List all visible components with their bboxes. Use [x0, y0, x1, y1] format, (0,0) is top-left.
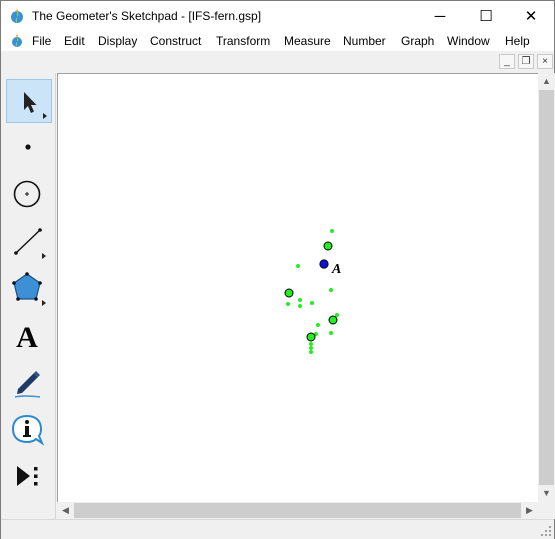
information-tool[interactable] — [6, 408, 52, 452]
resize-grip-icon[interactable] — [541, 526, 551, 536]
scroll-down-arrow-icon[interactable]: ▼ — [538, 485, 555, 502]
point-a-label[interactable]: A — [331, 262, 341, 277]
marker-tool[interactable] — [6, 361, 52, 405]
polygon-tool[interactable] — [6, 267, 52, 311]
scroll-right-arrow-icon[interactable]: ▶ — [521, 502, 538, 519]
sketchpad-app-icon — [11, 9, 23, 23]
scrollbar-corner — [538, 502, 555, 519]
straightedge-tool[interactable] — [6, 220, 52, 264]
fern-point — [298, 298, 302, 302]
arrow-selection-icon — [24, 92, 47, 119]
scroll-up-arrow-icon[interactable]: ▲ — [538, 73, 555, 90]
text-tool-glyph: A — [16, 321, 38, 354]
point-a[interactable] — [319, 259, 329, 269]
menu-measure[interactable]: Measure — [284, 34, 331, 48]
menu-bar: File Edit Display Construct Transform Me… — [1, 31, 554, 51]
point-tool[interactable] — [6, 126, 52, 170]
fern-point — [310, 301, 314, 305]
document-window-controls: _ ❐ × — [1, 51, 554, 71]
fern-point — [296, 264, 300, 268]
fern-point — [329, 288, 333, 292]
compass-circle-icon — [13, 180, 41, 208]
status-bar — [1, 519, 554, 539]
menu-construct[interactable]: Construct — [150, 34, 201, 48]
document-restore-icon: ❐ — [521, 56, 531, 67]
point-icon — [25, 144, 31, 150]
scroll-left-arrow-icon[interactable]: ◀ — [57, 502, 74, 519]
document-close-button[interactable]: × — [537, 54, 553, 69]
fern-point — [329, 331, 333, 335]
menu-graph[interactable]: Graph — [401, 34, 434, 48]
menu-edit[interactable]: Edit — [64, 34, 85, 48]
fern-point — [330, 229, 334, 233]
fern-control-point[interactable] — [284, 288, 294, 298]
menu-help[interactable]: Help — [505, 34, 530, 48]
marker-pen-icon — [14, 371, 41, 398]
document-close-icon: × — [542, 56, 548, 67]
vertical-scroll-thumb[interactable] — [539, 90, 554, 485]
fern-point — [316, 323, 320, 327]
fern-control-point[interactable] — [323, 241, 333, 251]
menu-number[interactable]: Number — [343, 34, 386, 48]
toolbox: A — [1, 73, 56, 519]
sketch-canvas[interactable]: A — [57, 73, 538, 502]
fern-control-point[interactable] — [306, 332, 316, 342]
horizontal-scroll-thumb[interactable] — [74, 503, 521, 518]
horizontal-scrollbar[interactable]: ◀ ▶ — [57, 502, 538, 519]
fern-control-point[interactable] — [328, 315, 338, 325]
menu-window[interactable]: Window — [447, 34, 490, 48]
document-minimize-icon: _ — [504, 56, 510, 67]
custom-tool[interactable] — [6, 455, 52, 499]
close-icon: ✕ — [524, 8, 538, 25]
window-title: The Geometer's Sketchpad - [IFS-fern.gsp… — [32, 9, 262, 23]
fern-point — [298, 304, 302, 308]
text-tool[interactable]: A — [6, 314, 52, 358]
fern-point — [309, 350, 313, 354]
vertical-scrollbar[interactable]: ▲ ▼ — [538, 73, 555, 502]
document-restore-button[interactable]: ❐ — [518, 54, 534, 69]
arrow-tool[interactable] — [6, 79, 52, 123]
document-icon[interactable] — [10, 33, 24, 49]
maximize-button[interactable]: ☐ — [463, 1, 509, 31]
close-button[interactable]: ✕ — [508, 1, 554, 31]
polygon-icon — [12, 272, 46, 306]
segment-icon — [14, 228, 46, 259]
maximize-icon: ☐ — [479, 8, 493, 25]
menu-file[interactable]: File — [32, 34, 51, 48]
compass-tool[interactable] — [6, 173, 52, 217]
sketch-drawing[interactable]: A — [58, 74, 539, 503]
minimize-icon: ─ — [434, 7, 446, 25]
info-icon — [11, 414, 45, 446]
menu-transform[interactable]: Transform — [216, 34, 270, 48]
title-bar[interactable]: The Geometer's Sketchpad - [IFS-fern.gsp… — [1, 1, 554, 31]
minimize-button[interactable]: ─ — [417, 1, 463, 31]
fern-point — [286, 302, 290, 306]
custom-tools-icon — [17, 466, 38, 486]
document-minimize-button[interactable]: _ — [499, 54, 515, 69]
menu-display[interactable]: Display — [98, 34, 137, 48]
text-A-icon: A — [16, 321, 38, 354]
fern-point — [309, 346, 313, 350]
fern-point — [309, 342, 313, 346]
app-window: The Geometer's Sketchpad - [IFS-fern.gsp… — [0, 0, 555, 539]
